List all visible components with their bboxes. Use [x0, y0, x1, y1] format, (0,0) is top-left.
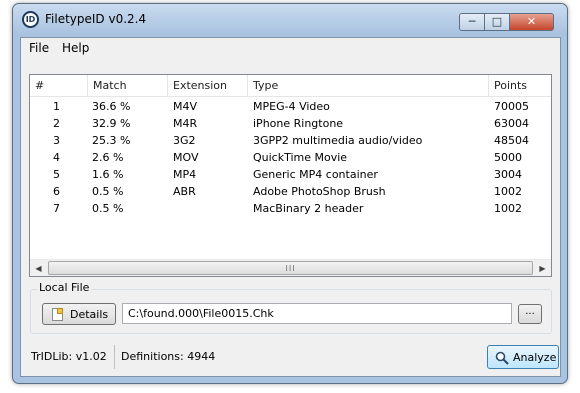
row-number: 5 — [53, 168, 60, 181]
row-extension: ABR — [173, 185, 196, 198]
analyze-button[interactable]: Analyze — [487, 345, 559, 369]
maximize-button[interactable]: □ — [485, 13, 510, 31]
results-list[interactable]: # Match Extension Type Points 1 36.6 % M… — [29, 74, 552, 277]
list-row[interactable]: 1 36.6 % M4V MPEG-4 Video 70005 — [30, 98, 551, 115]
row-extension: M4R — [173, 117, 198, 130]
status-divider — [114, 345, 115, 369]
column-header-match[interactable]: Match — [88, 75, 168, 97]
close-button[interactable]: ✕ — [510, 13, 554, 31]
scroll-right-icon[interactable]: ▶ — [535, 262, 550, 275]
list-row[interactable]: 4 2.6 % MOV QuickTime Movie 5000 — [30, 149, 551, 166]
row-type: Adobe PhotoShop Brush — [253, 185, 386, 198]
horizontal-scrollbar[interactable]: ◀ III ▶ — [30, 259, 551, 276]
title-bar[interactable]: ID FiletypeID v0.2.4 ─ □ ✕ — [13, 4, 567, 36]
definitions-count: Definitions: 4944 — [121, 350, 216, 363]
row-points: 48504 — [494, 134, 529, 147]
row-extension: MOV — [173, 151, 199, 164]
list-row[interactable]: 5 1.6 % MP4 Generic MP4 container 3004 — [30, 166, 551, 183]
row-type: QuickTime Movie — [253, 151, 348, 164]
row-match: 0.5 % — [92, 185, 124, 198]
row-extension: 3G2 — [173, 134, 196, 147]
client-area: File Help # Match Extension Type Points … — [20, 37, 561, 377]
row-match: 0.5 % — [92, 202, 124, 215]
column-header-type[interactable]: Type — [248, 75, 489, 97]
window-title: FiletypeID v0.2.4 — [45, 12, 147, 26]
row-type: MPEG-4 Video — [253, 100, 330, 113]
row-number: 3 — [53, 134, 60, 147]
status-bar: TrIDLib: v1.02 Definitions: 4944 Analyze — [21, 342, 560, 372]
app-icon: ID — [22, 11, 39, 28]
row-match: 2.6 % — [92, 151, 124, 164]
row-points: 63004 — [494, 117, 529, 130]
trid-lib-version: TrIDLib: v1.02 — [31, 350, 107, 363]
row-points: 5000 — [494, 151, 522, 164]
scroll-left-icon[interactable]: ◀ — [31, 262, 46, 275]
row-type: Generic MP4 container — [253, 168, 378, 181]
row-number: 4 — [53, 151, 60, 164]
analyze-label: Analyze — [513, 351, 557, 364]
column-header-number[interactable]: # — [30, 75, 88, 97]
app-window: ID FiletypeID v0.2.4 ─ □ ✕ File Help # M… — [12, 3, 568, 384]
grip-icon: III — [285, 264, 296, 273]
document-icon — [52, 308, 63, 321]
search-icon — [495, 351, 509, 365]
row-number: 2 — [53, 117, 60, 130]
row-type: 3GPP2 multimedia audio/video — [253, 134, 423, 147]
menu-file[interactable]: File — [29, 41, 49, 55]
row-extension: M4V — [173, 100, 198, 113]
list-header: # Match Extension Type Points — [30, 75, 551, 97]
row-extension: MP4 — [173, 168, 197, 181]
row-number: 6 — [53, 185, 60, 198]
row-match: 1.6 % — [92, 168, 124, 181]
list-row[interactable]: 2 32.9 % M4R iPhone Ringtone 63004 — [30, 115, 551, 132]
row-type: iPhone Ringtone — [253, 117, 344, 130]
column-header-extension[interactable]: Extension — [168, 75, 248, 97]
list-row[interactable]: 3 25.3 % 3G2 3GPP2 multimedia audio/vide… — [30, 132, 551, 149]
local-file-label: Local File — [37, 281, 92, 294]
details-button[interactable]: Details — [42, 303, 116, 325]
menu-bar: File Help — [21, 38, 560, 58]
row-match: 32.9 % — [92, 117, 131, 130]
column-header-points[interactable]: Points — [489, 75, 553, 97]
local-file-group: Local File Details C:\found.000\File0015… — [30, 281, 552, 334]
file-path-input[interactable]: C:\found.000\File0015.Chk — [122, 303, 512, 324]
scroll-thumb[interactable]: III — [48, 261, 533, 275]
list-rows: 1 36.6 % M4V MPEG-4 Video 70005 2 32.9 %… — [30, 98, 551, 217]
row-match: 25.3 % — [92, 134, 131, 147]
row-points: 1002 — [494, 185, 522, 198]
browse-button[interactable]: ... — [518, 304, 542, 324]
row-number: 1 — [53, 100, 60, 113]
list-row[interactable]: 6 0.5 % ABR Adobe PhotoShop Brush 1002 — [30, 183, 551, 200]
row-match: 36.6 % — [92, 100, 131, 113]
details-label: Details — [70, 308, 109, 321]
row-type: MacBinary 2 header — [253, 202, 364, 215]
minimize-button[interactable]: ─ — [459, 13, 485, 31]
row-points: 3004 — [494, 168, 522, 181]
row-points: 70005 — [494, 100, 529, 113]
row-points: 1002 — [494, 202, 522, 215]
menu-help[interactable]: Help — [62, 41, 89, 55]
list-row[interactable]: 7 0.5 % MacBinary 2 header 1002 — [30, 200, 551, 217]
row-number: 7 — [53, 202, 60, 215]
